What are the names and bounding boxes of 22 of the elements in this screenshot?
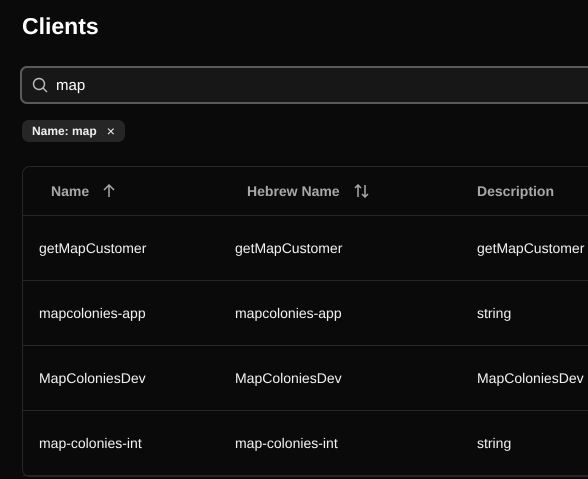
column-header[interactable]: Description (465, 183, 588, 199)
table-cell: MapColoniesDev (235, 370, 342, 386)
table-cell: getMapCustomer (235, 240, 342, 256)
table-cell: getMapCustomer (39, 240, 146, 256)
table-cell: getMapCustomer (477, 240, 584, 256)
search-field[interactable]: map (20, 66, 588, 104)
page-title: Clients (22, 12, 100, 40)
remove-filter-button[interactable]: × (106, 125, 115, 137)
search-icon (32, 77, 48, 93)
table-cell: string (477, 305, 512, 321)
filter-chip[interactable]: Name: map × (22, 120, 125, 142)
sort-icon[interactable] (354, 184, 370, 198)
table-cell: map-colonies-int (39, 435, 142, 451)
table-cell: mapcolonies-app (39, 305, 146, 321)
table-cell: string (477, 435, 512, 451)
sort-ascending-icon[interactable] (103, 184, 116, 198)
table-cell: MapColoniesDev (477, 370, 584, 386)
table-cell: MapColoniesDev (39, 370, 146, 386)
column-header[interactable]: Hebrew Name (219, 183, 465, 199)
column-header[interactable]: Name (23, 183, 219, 199)
table-cell: mapcolonies-app (235, 305, 342, 321)
table-cell: map-colonies-int (235, 435, 338, 451)
